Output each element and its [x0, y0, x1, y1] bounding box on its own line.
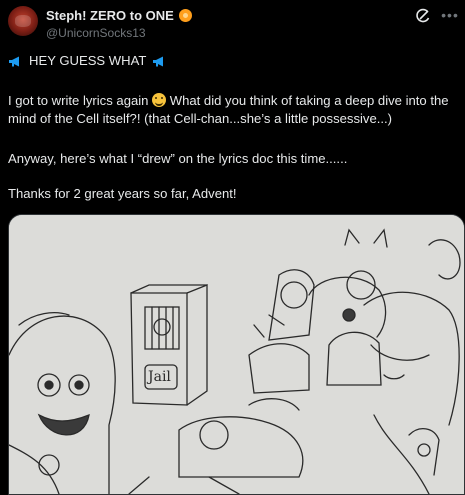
post-paragraph-2: I got to write lyrics again What did you… [8, 92, 463, 128]
more-options-icon[interactable]: ••• [440, 6, 460, 26]
megaphone-icon [153, 56, 164, 66]
author-name-row: Steph! ZERO to ONE [46, 8, 192, 23]
post-line-1: HEY GUESS WHAT [8, 52, 167, 70]
avatar[interactable] [8, 6, 38, 36]
author-handle[interactable]: @UnicornSocks13 [46, 26, 146, 40]
jail-label: Jail [146, 369, 171, 385]
post-paragraph-3: Anyway, here’s what I “drew” on the lyri… [8, 151, 348, 166]
post-paragraph-4: Thanks for 2 great years so far, Advent! [8, 186, 237, 201]
post-headline: HEY GUESS WHAT [29, 53, 147, 68]
megaphone-icon [9, 56, 19, 66]
post-paragraph-2-start: I got to write lyrics again [8, 93, 153, 108]
smile-emoji-icon [152, 93, 167, 107]
sketch-drawing: Jail [9, 215, 464, 494]
author-display-name[interactable]: Steph! ZERO to ONE [46, 8, 174, 23]
grok-icon[interactable] [413, 6, 433, 26]
post-header: Steph! ZERO to ONE @UnicornSocks13 ••• [0, 0, 465, 44]
orange-circle-emoji-icon [178, 9, 192, 22]
post-image[interactable]: Jail [8, 214, 465, 495]
